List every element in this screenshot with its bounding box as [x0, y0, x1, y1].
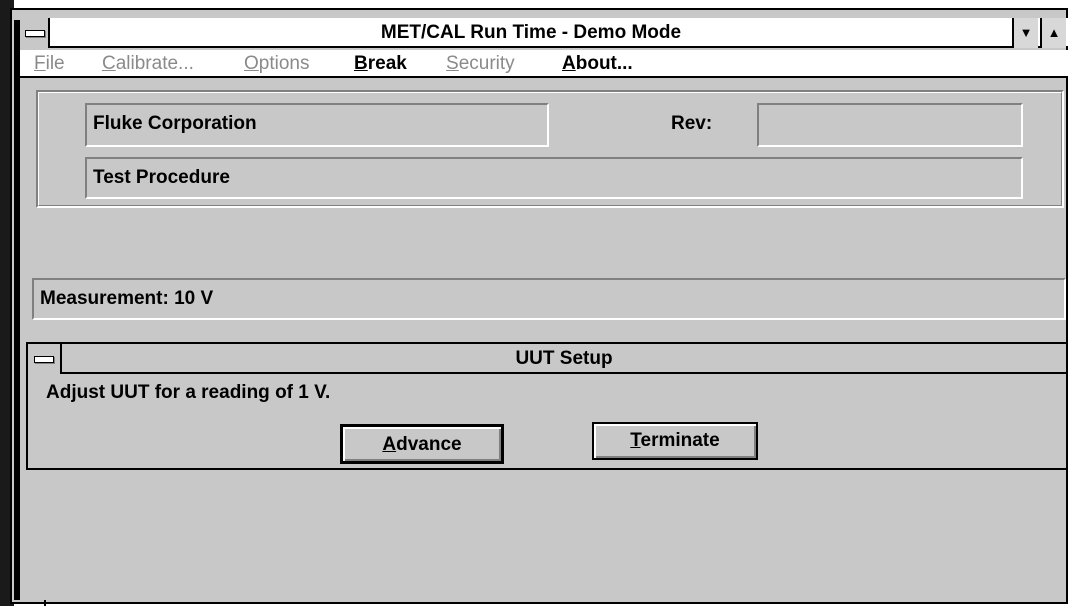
system-menu-button[interactable] [20, 18, 50, 48]
menu-file[interactable]: File [34, 50, 65, 78]
frame-tick [44, 600, 46, 606]
uut-instruction-text: Adjust UUT for a reading of 1 V. [46, 382, 331, 403]
minimize-arrow-icon: ▼ [1019, 25, 1033, 40]
uut-system-menu-button[interactable] [28, 344, 62, 374]
system-menu-icon [25, 30, 45, 37]
company-field: Fluke Corporation [85, 103, 549, 147]
window-left-border [14, 20, 20, 600]
menu-security[interactable]: Security [446, 50, 515, 78]
uut-dialog-title-bar: UUT Setup [28, 344, 1066, 374]
menu-bar: File Calibrate... Options Break Security… [20, 50, 1068, 78]
menu-break[interactable]: Break [354, 50, 407, 78]
maximize-button[interactable]: ▲ [1040, 18, 1066, 48]
window-title: MET/CAL Run Time - Demo Mode [380, 22, 682, 43]
uut-setup-dialog: UUT Setup Adjust UUT for a reading of 1 … [26, 342, 1068, 470]
terminate-button[interactable]: Terminate [592, 422, 758, 460]
measurement-display: Measurement: 10 V [32, 278, 1066, 320]
menu-about[interactable]: About... [562, 50, 633, 78]
procedure-info-panel: Fluke Corporation Rev: Test Procedure [36, 90, 1064, 208]
procedure-field: Test Procedure [85, 157, 1023, 199]
minimize-button[interactable]: ▼ [1012, 18, 1038, 48]
advance-button[interactable]: Advance [340, 424, 504, 464]
uut-system-menu-icon [34, 356, 54, 363]
rev-label: Rev: [671, 113, 713, 134]
menu-calibrate[interactable]: Calibrate... [102, 50, 194, 78]
menu-options[interactable]: Options [244, 50, 309, 78]
maximize-arrow-icon: ▲ [1047, 25, 1061, 40]
title-bar: MET/CAL Run Time - Demo Mode ▼ ▲ [20, 18, 1068, 48]
uut-dialog-title: UUT Setup [515, 348, 613, 369]
rev-field [757, 103, 1023, 147]
